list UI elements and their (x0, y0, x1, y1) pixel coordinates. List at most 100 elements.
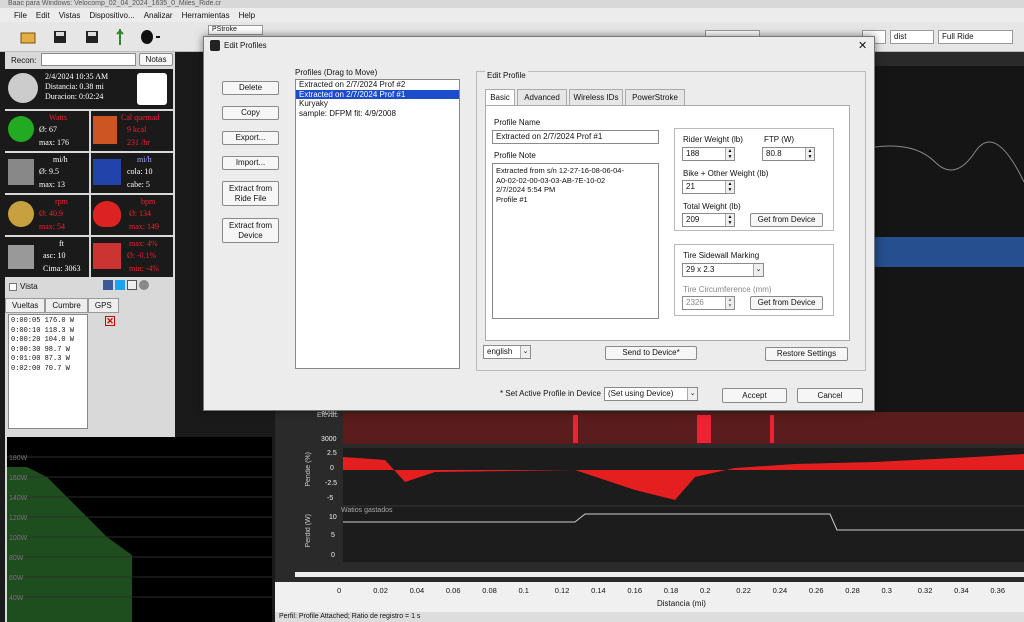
speed-avg: Ø: 9.5 (39, 167, 59, 176)
spinner-icon[interactable]: ▲ ▼ (725, 148, 734, 160)
bike-weight-input[interactable]: 21 ▲ ▼ (682, 180, 735, 194)
x-tick: 0.34 (954, 586, 969, 595)
spinner-icon[interactable]: ▲ ▼ (725, 214, 734, 226)
send-to-device-button[interactable]: Send to Device* (605, 346, 697, 360)
accept-button[interactable]: Accept (722, 388, 787, 403)
fullride-select[interactable]: Full Ride (938, 30, 1013, 44)
rider-weight-input[interactable]: 188 ▲ ▼ (682, 147, 735, 161)
chevron-down-icon: ⌄ (520, 346, 530, 358)
menu-file[interactable]: File (14, 11, 27, 20)
active-profile-select[interactable]: (Set using Device) ⌄ (604, 387, 698, 401)
speed-block: mi/h Ø: 9.5 max: 13 (5, 153, 89, 193)
get-weight-from-device-button[interactable]: Get from Device (750, 213, 823, 227)
list-item[interactable]: 0:00:30 98.7 W (11, 346, 85, 356)
list-item[interactable]: 0:01:00 87.3 W (11, 355, 85, 365)
extract-device-button[interactable]: Extract from Device (222, 218, 279, 243)
save-as-icon[interactable] (82, 27, 102, 47)
list-item[interactable]: 0:00:10 118.3 W (11, 327, 85, 337)
pstroke-tab[interactable]: PStroke (208, 25, 263, 35)
bike-weight-label: Bike + Other Weight (lb) (683, 169, 769, 178)
delete-button[interactable]: Delete (222, 81, 279, 95)
circ-input[interactable]: 2326 ▲ ▼ (682, 296, 735, 310)
spinner-icon[interactable]: ▲ ▼ (725, 181, 734, 193)
list-item[interactable]: sample: DFPM fit: 4/9/2008 (296, 109, 459, 119)
twitter-icon[interactable] (115, 280, 125, 290)
tab-vueltas[interactable]: Vueltas (5, 298, 46, 313)
list-item[interactable]: 0:00:20 104.0 W (11, 336, 85, 346)
wind-cabe: cabe: 5 (127, 180, 150, 189)
distance-value: Distancia: 0.38 mi (45, 82, 104, 91)
usb-icon[interactable] (110, 27, 130, 47)
rpm-avg: Ø: 40.9 (39, 209, 63, 218)
profile-name-input[interactable]: Extracted on 2/7/2024 Prof #1 (492, 130, 659, 144)
x-tick: 0.36 (990, 586, 1005, 595)
vista-label: Vista (20, 282, 38, 291)
x-tick: 0.32 (917, 586, 933, 595)
open-folder-icon[interactable] (18, 27, 38, 47)
left-tabs: Vueltas Cumbre GPS (5, 298, 119, 313)
spinner-icon[interactable]: ▲ ▼ (725, 297, 734, 309)
cal-value: 9 kcal (127, 125, 147, 134)
power-tick: 10 (329, 514, 337, 521)
note-line: 2/7/2024 5:54 PM (496, 185, 556, 194)
tab-advanced[interactable]: Advanced (517, 89, 567, 105)
ftp-value: 80.8 (766, 149, 782, 158)
rider-weight-value: 188 (686, 149, 700, 158)
profiles-list: Extracted on 2/7/2024 Prof #2 Extracted … (295, 79, 460, 369)
extract-ride-button[interactable]: Extract from Ride File (222, 181, 279, 206)
export-button[interactable]: Export... (222, 131, 279, 145)
heartrate-block: bpm Ø: 134 max: 149 (91, 195, 173, 235)
notas-button[interactable]: Notas (139, 53, 173, 66)
menu-help[interactable]: Help (239, 11, 255, 20)
vista-checkbox[interactable] (9, 283, 17, 291)
bike-weight-value: 21 (686, 182, 695, 191)
tab-basic[interactable]: Basic (485, 89, 515, 105)
app-icon (210, 40, 220, 51)
menu-analizar[interactable]: Analizar (144, 11, 173, 20)
total-weight-input[interactable]: 209 ▲ ▼ (682, 213, 735, 227)
list-item[interactable]: Extracted on 2/7/2024 Prof #2 (296, 80, 459, 90)
list-item-selected[interactable]: Extracted on 2/7/2024 Prof #1 (296, 89, 459, 99)
dist-select[interactable]: dist (890, 30, 934, 44)
close-icon[interactable]: ✕ (858, 39, 867, 52)
restore-settings-button[interactable]: Restore Settings (765, 347, 848, 361)
tab-powerstroke[interactable]: PowerStroke (625, 89, 685, 105)
profile-note-textarea[interactable]: Extracted from s/n 12-27-16-08-06-04- A0… (492, 163, 659, 319)
power-icon (8, 116, 34, 142)
menu-edit[interactable]: Edit (36, 11, 50, 20)
tab-cumbre[interactable]: Cumbre (45, 298, 88, 313)
tab-wireless-ids[interactable]: Wireless IDs (569, 89, 623, 105)
tire-select[interactable]: 29 x 2.3 ⌄ (682, 263, 764, 277)
email-icon[interactable] (127, 280, 137, 290)
stopwatch-icon (8, 73, 38, 103)
menu-vistas[interactable]: Vistas (59, 11, 81, 20)
get-circ-from-device-button[interactable]: Get from Device (750, 296, 823, 310)
import-button[interactable]: Import... (222, 156, 279, 170)
spinner-icon[interactable]: ▲ ▼ (805, 148, 814, 160)
ftp-input[interactable]: 80.8 ▲ ▼ (762, 147, 815, 161)
device-transfer-icon[interactable] (140, 27, 160, 47)
speed-title: mi/h (53, 155, 68, 164)
list-item[interactable]: 0:00:05 176.0 W (11, 317, 85, 327)
calories-block: Cal quemad 9 kcal 231 /hr (91, 111, 173, 151)
bpm-max: max: 149 (129, 222, 159, 231)
language-select[interactable]: english ⌄ (483, 345, 531, 359)
menu-herramientas[interactable]: Herramientas (182, 11, 230, 20)
menu-dispositivo[interactable]: Dispositivo... (89, 11, 134, 20)
share-icon[interactable] (139, 280, 149, 290)
wind-block: mi/h cola: 10 cabe: 5 (91, 153, 173, 193)
elev-tick: 3000 (321, 436, 337, 443)
copy-button[interactable]: Copy (222, 106, 279, 120)
edit-profiles-dialog: Edit Profiles ✕ Delete Copy Export... Im… (203, 36, 875, 411)
tab-gps[interactable]: GPS (87, 298, 119, 313)
list-item[interactable]: Kuryaky (296, 99, 459, 109)
x-tick: 0.26 (808, 586, 824, 595)
facebook-icon[interactable] (103, 280, 113, 290)
cadence-icon (8, 201, 34, 227)
cancel-button[interactable]: Cancel (797, 388, 863, 403)
save-icon[interactable] (50, 27, 70, 47)
list-item[interactable]: 0:02:00 70.7 W (11, 365, 85, 375)
status-bar: Perfil: Profile Attached; Ratio de regis… (275, 612, 1024, 622)
close-icon[interactable]: ✕ (105, 316, 115, 326)
recon-input[interactable] (41, 53, 136, 66)
